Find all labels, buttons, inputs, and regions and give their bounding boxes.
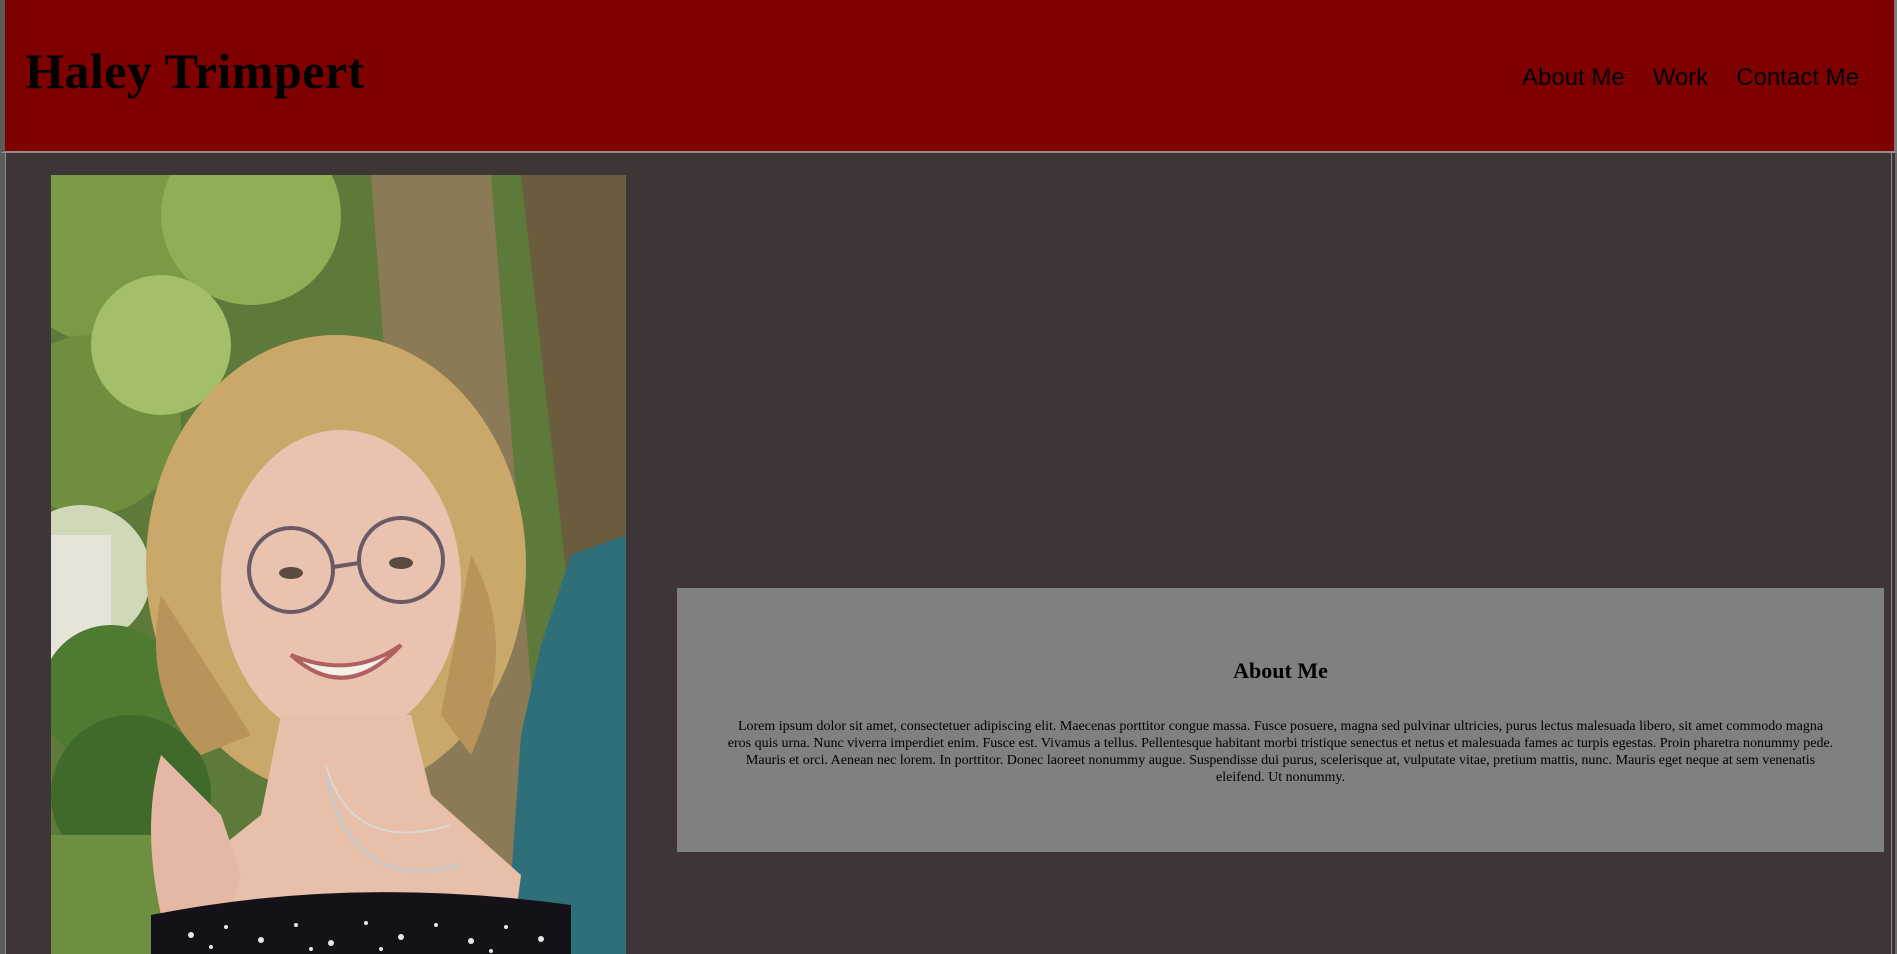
main-nav: About Me Work Contact Me: [1522, 64, 1859, 92]
about-me-card: About Me Lorem ipsum dolor sit amet, con…: [677, 588, 1884, 852]
portrait-photo: [51, 175, 626, 954]
about-me-heading: About Me: [1233, 658, 1328, 683]
site-title: Haley Trimpert: [25, 43, 365, 99]
site-header: Haley Trimpert About Me Work Contact Me: [0, 0, 1897, 153]
nav-link-about-me[interactable]: About Me: [1522, 64, 1625, 92]
about-me-text: Lorem ipsum dolor sit amet, consectetuer…: [727, 719, 1834, 785]
nav-link-work[interactable]: Work: [1653, 64, 1709, 92]
nav-link-contact-me[interactable]: Contact Me: [1736, 64, 1859, 92]
